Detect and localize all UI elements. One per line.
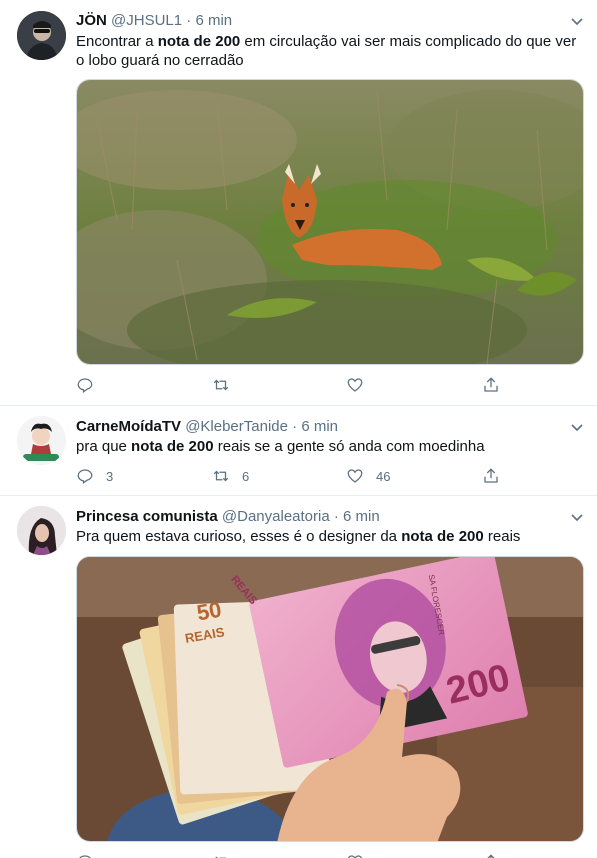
tweet-3[interactable]: Princesa comunista @Danyaleatoria · 6 mi…	[0, 496, 597, 858]
reply-icon	[77, 469, 93, 484]
share-button[interactable]	[482, 466, 500, 486]
display-name[interactable]: CarneMoídaTV	[76, 418, 181, 435]
text-bold: nota de 200	[131, 438, 214, 455]
share-icon	[487, 854, 495, 858]
avatar[interactable]	[17, 11, 66, 60]
media-photo[interactable]	[76, 79, 584, 365]
avatar[interactable]	[17, 416, 66, 465]
avatar[interactable]	[17, 506, 66, 555]
tweet-1[interactable]: JÖN @JHSUL1 · 6 min Encontrar a nota de …	[0, 0, 597, 406]
text-part: Encontrar a	[76, 33, 158, 50]
text-part: reais	[483, 528, 521, 545]
tweet-actions	[76, 852, 506, 858]
tweet-2[interactable]: CarneMoídaTV @KleberTanide · 6 min pra q…	[0, 406, 597, 496]
chevron-down-icon[interactable]	[569, 13, 585, 29]
text-bold: nota de 200	[401, 528, 484, 545]
like-button[interactable]	[346, 375, 376, 395]
avatar-image	[17, 416, 66, 465]
fan-note-value: 50	[195, 597, 223, 626]
like-button[interactable]	[346, 852, 364, 858]
like-count: 46	[376, 468, 391, 484]
retweet-button[interactable]: 6	[212, 466, 249, 486]
display-name[interactable]: Princesa comunista	[76, 508, 218, 525]
tweet-text: Encontrar a nota de 200 em circulação va…	[76, 32, 581, 70]
maned-wolf-photo	[77, 80, 583, 364]
retweet-button[interactable]	[212, 852, 230, 858]
avatar-image	[17, 11, 66, 60]
separator: ·	[186, 12, 192, 29]
timestamp[interactable]: 6 min	[195, 12, 232, 29]
share-icon	[484, 377, 498, 392]
text-bold: nota de 200	[157, 33, 241, 50]
tweet-header: JÖN @JHSUL1 · 6 min	[76, 11, 232, 30]
share-button[interactable]	[482, 375, 500, 395]
like-button[interactable]: 46	[346, 466, 390, 486]
reply-button[interactable]	[76, 375, 106, 395]
reply-count: 3	[106, 468, 114, 484]
user-handle[interactable]: @Danyaleatoria	[222, 508, 330, 525]
user-handle[interactable]: @KleberTanide	[185, 418, 288, 435]
user-handle[interactable]: @JHSUL1	[111, 12, 182, 29]
separator: ·	[292, 418, 298, 435]
heart-icon	[347, 855, 363, 858]
text-part: reais se a gente só anda com moedinha	[213, 438, 485, 455]
retweet-button[interactable]	[212, 375, 242, 395]
heart-icon	[347, 469, 363, 483]
share-icon	[484, 468, 498, 483]
tweet-text: Pra quem estava curioso, esses é o desig…	[76, 527, 581, 546]
heart-icon	[347, 378, 363, 392]
avatar-image	[17, 506, 66, 555]
tweet-actions: 3 6 46	[76, 466, 506, 486]
tweet-header: CarneMoídaTV @KleberTanide · 6 min	[76, 417, 338, 436]
banknotes-photo: 50 REAIS 200 REAIS SA FLORESCER	[77, 557, 583, 841]
retweet-count: 6	[242, 468, 250, 484]
media-photo[interactable]: 50 REAIS 200 REAIS SA FLORESCER	[76, 556, 584, 842]
tweet-header: Princesa comunista @Danyaleatoria · 6 mi…	[76, 507, 380, 526]
display-name[interactable]: JÖN	[76, 12, 107, 29]
retweet-icon	[213, 470, 229, 482]
reply-icon	[79, 855, 91, 858]
text-part: Pra quem estava curioso, esses é o desig…	[76, 528, 402, 545]
reply-icon	[77, 378, 93, 393]
tweet-actions	[76, 375, 506, 395]
tweet-text: pra que nota de 200 reais se a gente só …	[76, 437, 581, 456]
timestamp[interactable]: 6 min	[301, 418, 338, 435]
reply-button[interactable]: 3	[76, 466, 113, 486]
separator: ·	[333, 508, 339, 525]
timestamp[interactable]: 6 min	[343, 508, 380, 525]
chevron-down-icon[interactable]	[569, 509, 585, 525]
retweet-icon	[213, 379, 229, 391]
share-button[interactable]	[482, 852, 500, 858]
text-part: pra que	[76, 438, 132, 455]
retweet-icon	[215, 856, 227, 858]
chevron-down-icon[interactable]	[569, 419, 585, 435]
reply-button[interactable]	[76, 852, 94, 858]
